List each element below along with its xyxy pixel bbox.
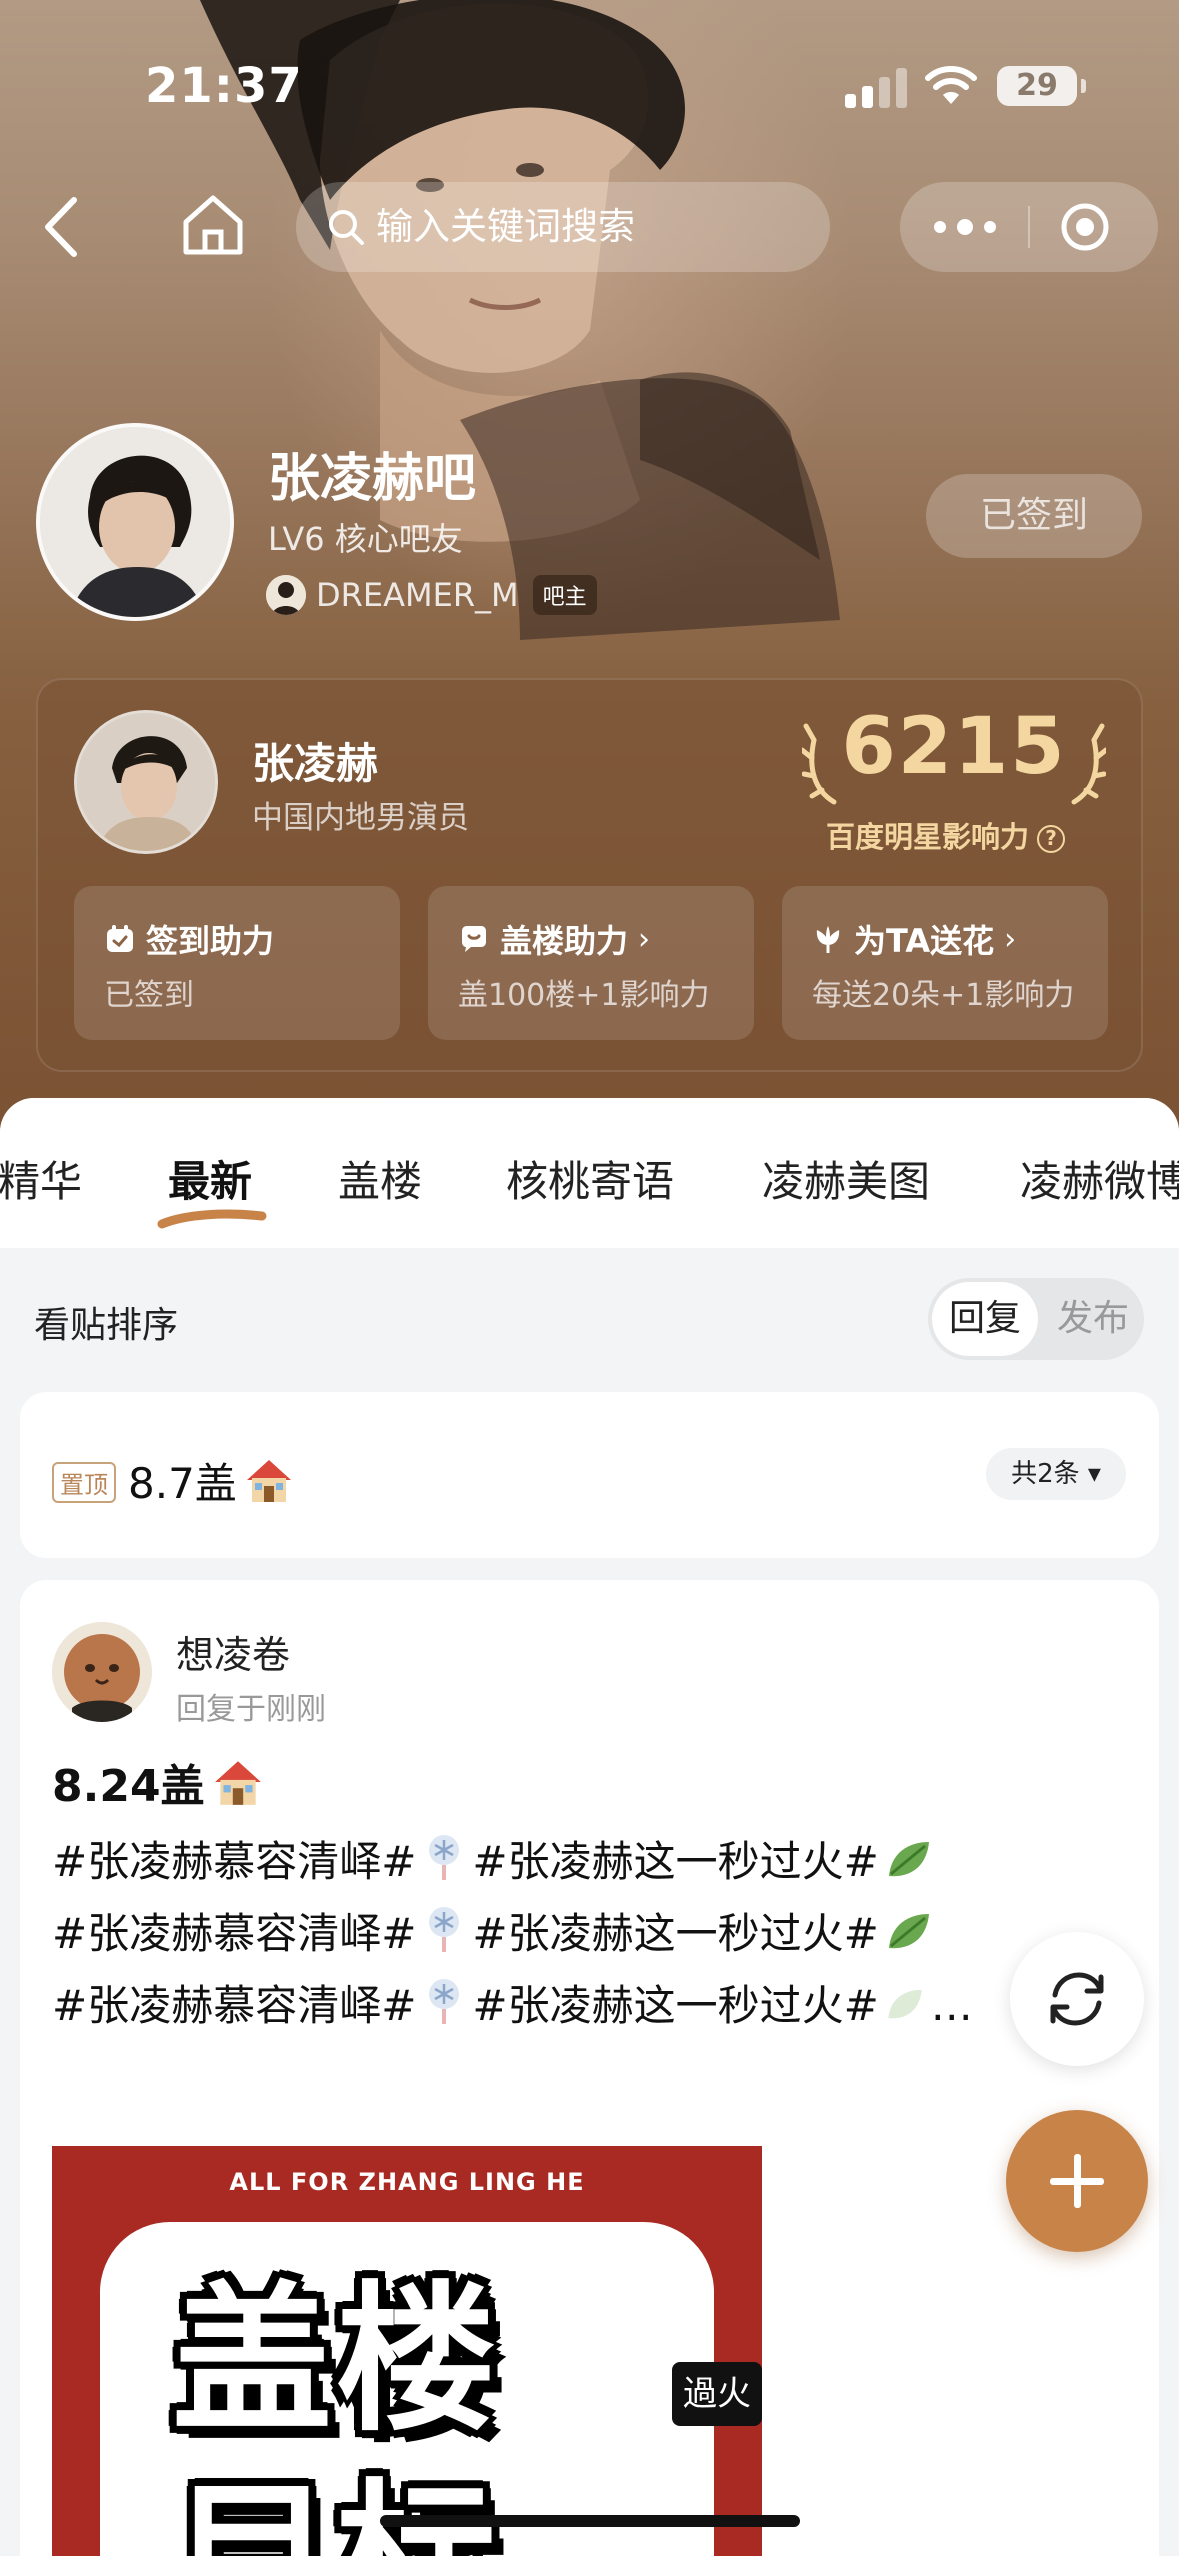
owner-avatar [266,575,306,615]
home-indicator [380,2515,800,2527]
tab-featured[interactable]: 精华 [0,1148,82,1209]
signed-in-button[interactable]: 已签到 [926,474,1142,558]
floor-boost-card[interactable]: 盖楼助力 › 盖100楼+1影响力 [428,886,754,1040]
forum-header: 21:37 29 输入关键词搜索 张凌赫吧 LV6 核心吧友 DREAMER_M… [0,0,1179,1140]
more-options-icon[interactable] [930,216,1000,238]
tab-floor[interactable]: 盖楼 [338,1148,422,1209]
signin-boost-card[interactable]: 签到助力 已签到 [74,886,400,1040]
post-text-line: #张凌赫慕容清峄# #张凌赫这一秒过火#… [52,1972,973,2033]
post-text-line: #张凌赫慕容清峄# #张凌赫这一秒过火# [52,1828,939,1889]
influence-label: 百度明星影响力? [826,814,1066,856]
search-placeholder: 输入关键词搜索 [376,205,635,248]
post-image[interactable]: ALL FOR ZHANG LING HE 盖楼 目标 過火 [52,2146,762,2556]
laurel-right-icon [1071,723,1106,805]
sort-by-reply[interactable]: 回复 [932,1282,1038,1356]
tab-photos[interactable]: 凌赫美图 [762,1148,930,1209]
post-author-name[interactable]: 想凌卷 [176,1624,290,1679]
chevron-right-icon: › [1004,921,1017,957]
snowflake-bead-icon [429,1907,460,1952]
back-arrow-icon[interactable] [36,192,96,262]
influence-score-block[interactable]: 6215 百度明星影响力? [794,702,1114,862]
forum-owner[interactable]: DREAMER_M 吧主 [266,570,597,620]
wifi-icon [925,66,977,104]
battery-indicator: 29 [997,66,1086,106]
sort-label: 看贴排序 [34,1305,179,1346]
caret-down-icon: ▾ [1079,1459,1101,1489]
post-card[interactable]: 想凌卷 回复于刚刚 8.24盖 #张凌赫慕容清峄# #张凌赫这一秒过火# #张凌赫… [20,1580,1159,2556]
leaf-icon [888,1914,929,1949]
pinned-title: 8.7盖 [128,1450,301,1511]
star-avatar[interactable] [74,710,218,854]
flower-boost-card[interactable]: 为TA送花 › 每送20朵+1影响力 [782,886,1108,1040]
truncation-ellipsis: … [930,1981,973,2030]
status-bar: 21:37 29 [0,0,1179,170]
owner-badge: 吧主 [532,575,597,615]
house-icon [246,1460,291,1502]
boost-subtitle: 盖100楼+1影响力 [458,978,710,1013]
post-author-avatar[interactable] [52,1622,152,1722]
poster-top-text: ALL FOR ZHANG LING HE [229,2168,585,2196]
sort-by-publish[interactable]: 发布 [1046,1282,1140,1356]
forum-name: 张凌赫吧 [268,449,477,509]
boost-title: 签到助力 [146,922,275,960]
snowflake-bead-icon [429,1835,460,1880]
star-name: 张凌赫 [252,739,379,788]
boost-title: 盖楼助力 [500,922,629,960]
calendar-check-icon [107,925,133,952]
tab-latest[interactable]: 最新 [168,1148,252,1209]
refresh-button[interactable] [1010,1932,1144,2066]
snowflake-bead-icon [429,1979,460,2024]
search-input[interactable]: 输入关键词搜索 [296,182,830,272]
status-time: 21:37 [145,58,303,114]
forum-avatar[interactable] [36,423,234,621]
flower-icon [816,926,840,953]
boost-subtitle: 每送20朵+1影响力 [812,978,1075,1013]
post-time: 回复于刚刚 [176,1692,326,1727]
user-level: LV6 核心吧友 [268,520,463,558]
refresh-icon [1050,1972,1104,2026]
cellular-signal-icon [845,68,907,108]
post-text-line: #张凌赫慕容清峄# #张凌赫这一秒过火# [52,1900,939,1961]
sort-toggle[interactable]: 回复 发布 [928,1278,1144,1360]
post-title: 8.24盖 [52,1750,271,1814]
pinned-count-dropdown[interactable]: 共2条 ▾ [986,1448,1126,1500]
tab-walnut-messages[interactable]: 核桃寄语 [506,1148,674,1209]
house-icon [214,1761,261,1805]
owner-name: DREAMER_M [316,576,519,614]
active-tab-indicator [157,1209,267,1229]
boost-title: 为TA送花 [854,922,995,960]
star-description: 中国内地男演员 [252,800,469,836]
sort-bar: 看贴排序 回复 发布 [0,1248,1179,1386]
capsule-divider [1028,206,1030,248]
post-feed: 精华 最新 盖楼 核桃寄语 凌赫美图 凌赫微博 看贴排序 回复 发布 置顶 8.… [0,1098,1179,2556]
pinned-tag: 置顶 [52,1462,116,1503]
poster-sticker: 過火 [672,2362,762,2426]
search-icon [329,210,364,245]
tab-bar: 精华 最新 盖楼 核桃寄语 凌赫美图 凌赫微博 [0,1098,1179,1248]
leaf-icon [888,1842,929,1877]
pinned-post[interactable]: 置顶 8.7盖 共2条 ▾ [20,1392,1159,1558]
tab-weibo[interactable]: 凌赫微博 [1020,1148,1179,1209]
leaf-icon [888,1989,922,2019]
help-icon[interactable]: ? [1037,825,1066,853]
new-post-plus-icon[interactable] [1006,2110,1148,2252]
miniprogram-capsule [900,182,1158,272]
close-miniprogram-icon[interactable] [1060,202,1110,252]
boost-subtitle: 已签到 [104,978,194,1013]
home-icon[interactable] [178,190,248,260]
chevron-right-icon: › [638,921,651,957]
chat-bubble-icon [462,926,486,952]
star-influence-card: 张凌赫 中国内地男演员 6215 百度明星影响力? 签到助力 已签到 盖楼助力 … [36,678,1143,1072]
poster-headline-2: 目标 [172,2428,500,2556]
